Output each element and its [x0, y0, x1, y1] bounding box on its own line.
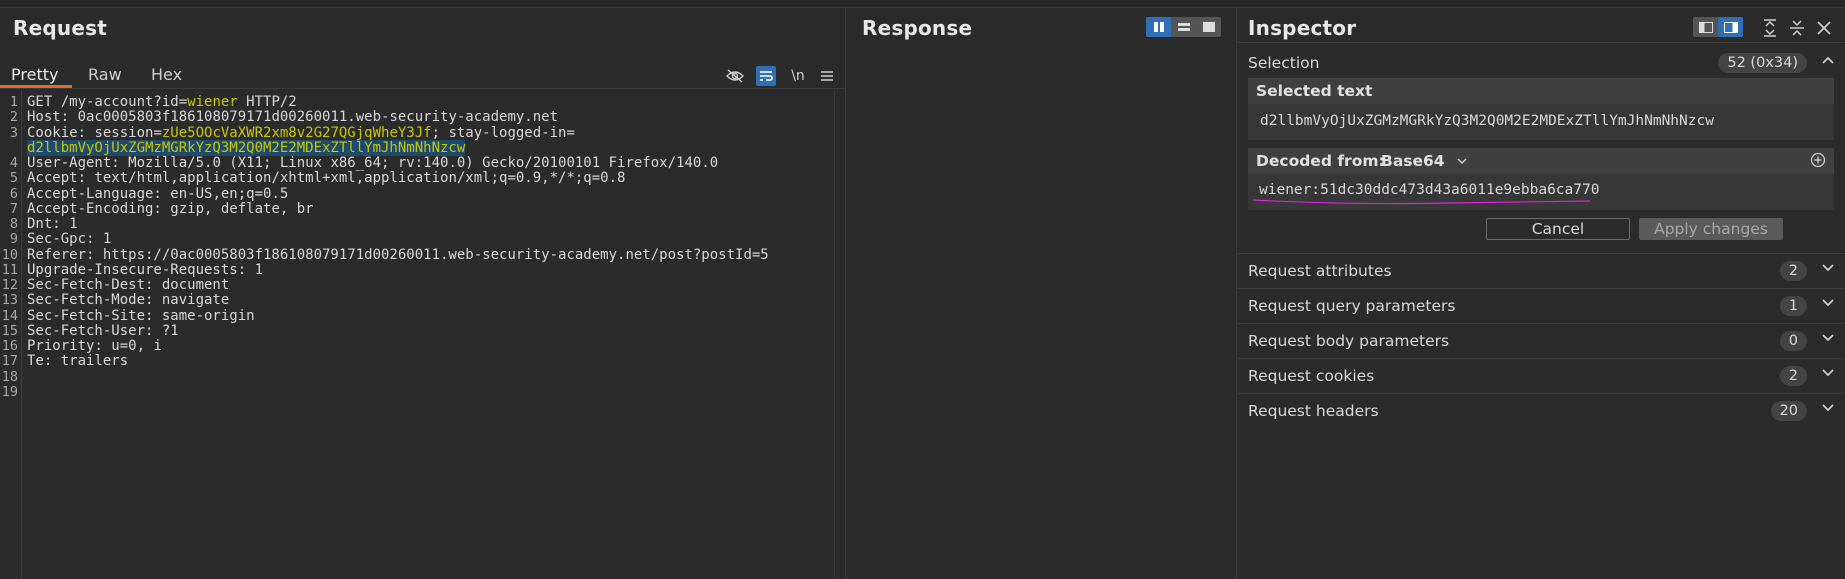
editor-scrollbar[interactable] [834, 90, 845, 579]
line-number-gutter: 1 2 3 4 5 6 7 8 9 10 11 12 13 14 15 16 17 18 19 [0, 90, 22, 579]
menu-icon[interactable] [817, 66, 837, 86]
tab-pretty[interactable]: Pretty [11, 65, 58, 84]
code-token: trailers [60, 353, 129, 370]
close-icon[interactable] [1816, 19, 1832, 42]
view-mode-toggle [1146, 17, 1221, 37]
wrap-icon[interactable] [756, 66, 776, 86]
line-number: 19 [1, 383, 18, 400]
chevron-down-icon [1457, 158, 1467, 165]
decoded-box: Decoded from: Base64 wiener:51dc30ddc473… [1248, 148, 1834, 210]
selected-text-box: Selected text d2llbmVyOjUxZGMzMGRkYzQ3M2… [1248, 78, 1834, 140]
newline-icon[interactable]: \n [788, 66, 808, 86]
layout-right-icon[interactable] [1718, 17, 1743, 37]
section-count-badge: 20 [1770, 401, 1807, 421]
code-line[interactable]: Te: trailers [27, 352, 128, 370]
single-view-icon[interactable] [1196, 17, 1221, 37]
inspector-section-request-headers[interactable]: Request headers 20 [1238, 393, 1845, 428]
selected-text-value-area[interactable]: d2llbmVyOjUxZGMzMGRkYzQ3M2Q0M2E2MDExZTll… [1248, 104, 1834, 140]
underline-annotation [1252, 199, 1591, 205]
selected-text-label: Selected text [1256, 82, 1373, 100]
request-panel: Request Pretty Raw Hex \n 1 2 3 4 5 6 7 8 9 10 11 1… [0, 8, 846, 579]
decoded-header: Decoded from: Base64 [1248, 148, 1834, 174]
code-token: 1 [254, 261, 264, 278]
section-count-badge: 2 [1779, 366, 1807, 386]
chevron-down-icon[interactable] [1821, 401, 1835, 417]
layout-left-icon[interactable] [1693, 17, 1718, 37]
split-columns-icon[interactable] [1146, 17, 1171, 37]
active-tab-indicator [0, 85, 72, 88]
section-count-badge: 2 [1779, 261, 1807, 281]
inspector-section-request-cookies[interactable]: Request cookies 2 [1238, 358, 1845, 393]
chevron-down-icon[interactable] [1821, 331, 1835, 347]
section-label: Request attributes [1248, 262, 1392, 280]
request-editor[interactable]: 1 2 3 4 5 6 7 8 9 10 11 12 13 14 15 16 17 18 19 GET /my-ac… [0, 90, 846, 579]
code-token: gzip, deflate, br [170, 200, 314, 217]
encoding-value: Base64 [1381, 152, 1445, 170]
request-title: Request [13, 16, 107, 40]
expand-icon[interactable] [1762, 19, 1778, 42]
code-token: Te: [27, 353, 61, 370]
selection-badge: 52 (0x34) [1718, 53, 1807, 73]
split-rows-icon[interactable] [1171, 17, 1196, 37]
add-icon[interactable] [1810, 152, 1826, 172]
selected-text-value: d2llbmVyOjUxZGMzMGRkYzQ3M2Q0M2E2MDExZTll… [1260, 113, 1714, 129]
section-count-badge: 0 [1779, 331, 1807, 351]
chevron-down-icon[interactable] [1821, 296, 1835, 312]
encoding-dropdown[interactable]: Base64 [1381, 152, 1468, 170]
eye-off-icon[interactable] [725, 66, 745, 86]
response-title: Response [862, 16, 973, 40]
selection-section-header[interactable]: Selection 52 (0x34) [1238, 42, 1845, 82]
chevron-down-icon[interactable] [1821, 366, 1835, 382]
tab-raw[interactable]: Raw [88, 65, 122, 84]
chevron-down-icon[interactable] [1821, 261, 1835, 277]
inspector-title: Inspector [1248, 16, 1357, 40]
section-label: Request body parameters [1248, 332, 1450, 350]
tab-hex[interactable]: Hex [151, 65, 182, 84]
section-label: Request cookies [1248, 367, 1375, 385]
code-token: ?1 [161, 322, 179, 339]
decoded-value-area[interactable]: wiener:51dc30ddc473d43a6011e9ebba6ca770 [1248, 174, 1834, 210]
selection-label: Selection [1248, 54, 1320, 72]
selected-text-header: Selected text [1248, 78, 1834, 104]
request-tabs: Pretty Raw Hex \n [0, 52, 846, 89]
response-panel: Response [847, 8, 1237, 579]
decoded-value: wiener:51dc30ddc473d43a6011e9ebba6ca770 [1259, 182, 1600, 198]
chevron-up-icon[interactable] [1821, 53, 1835, 69]
inspector-layout-toggle [1693, 17, 1743, 37]
apply-changes-button[interactable]: Apply changes [1639, 218, 1783, 240]
decoded-actions: Cancel Apply changes [1238, 218, 1845, 242]
inspector-section-request-query-parameters[interactable]: Request query parameters 1 [1238, 288, 1845, 323]
top-border [0, 0, 1845, 8]
inspector-section-request-attributes[interactable]: Request attributes 2 [1238, 253, 1845, 288]
inspector-section-request-body-parameters[interactable]: Request body parameters 0 [1238, 323, 1845, 358]
cancel-button[interactable]: Cancel [1486, 218, 1630, 240]
decoded-from-label: Decoded from: [1256, 152, 1385, 170]
collapse-icon[interactable] [1789, 19, 1805, 42]
section-count-badge: 1 [1779, 296, 1807, 316]
section-label: Request query parameters [1248, 297, 1456, 315]
inspector-panel: Inspector Selection 52 (0x34) Selected t… [1238, 8, 1845, 579]
section-label: Request headers [1248, 402, 1379, 420]
